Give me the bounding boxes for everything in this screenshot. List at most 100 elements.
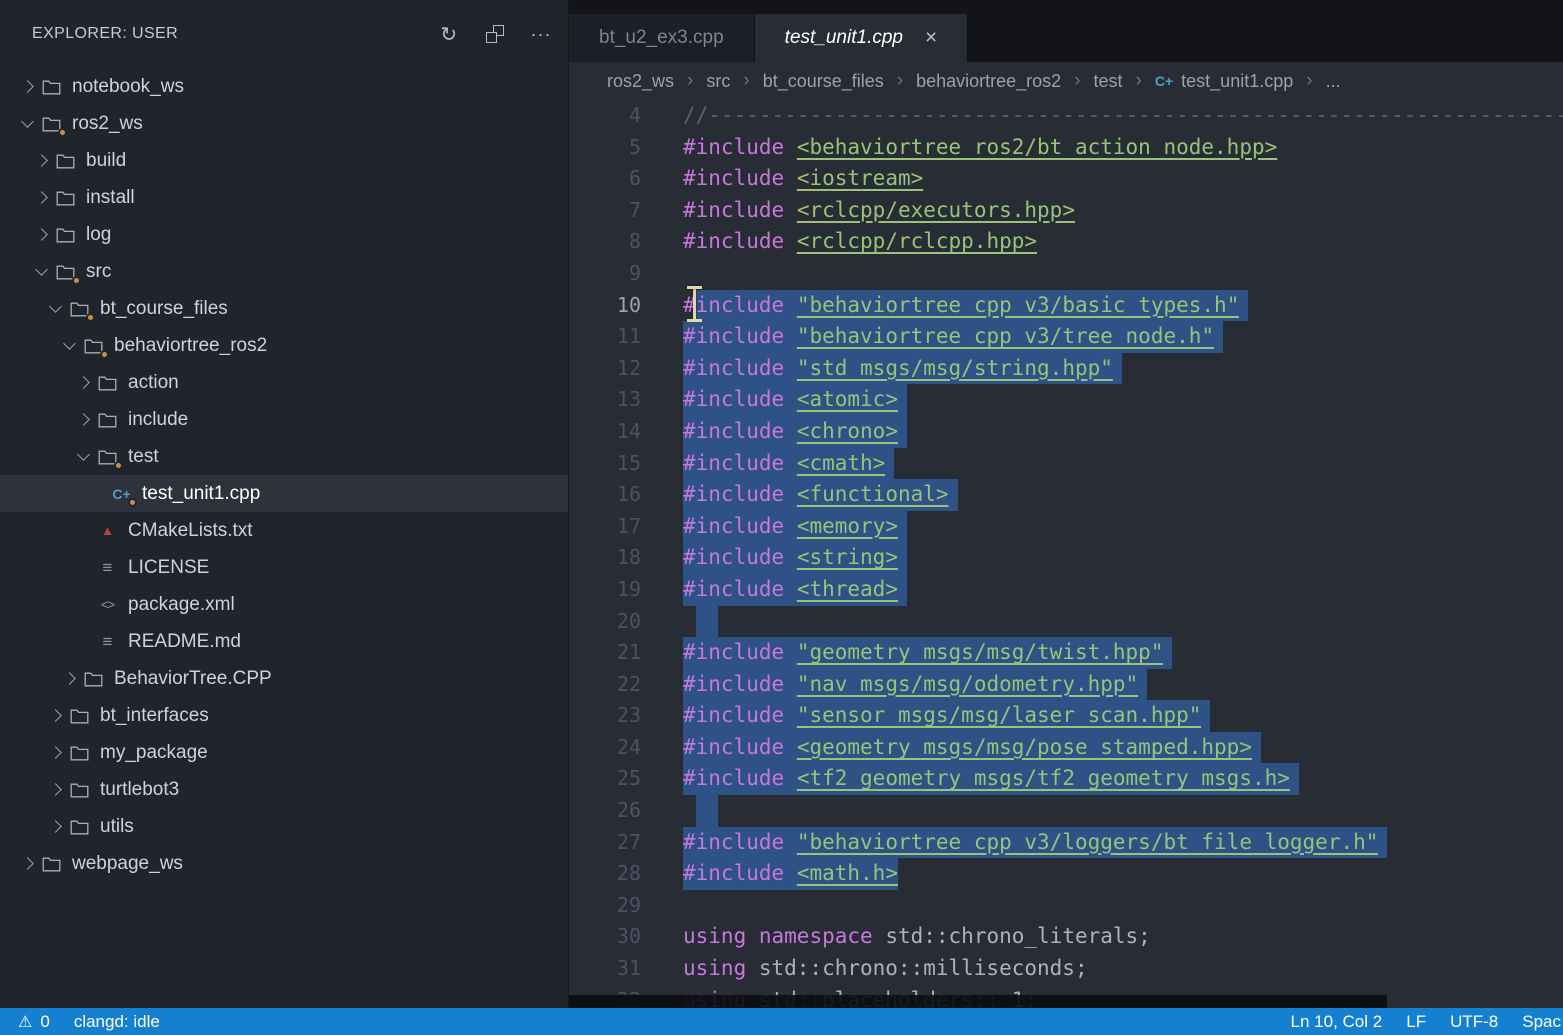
- code-line-19[interactable]: 19#include <thread>: [569, 574, 1563, 606]
- code-line-22[interactable]: 22#include "nav_msgs/msg/odometry.hpp": [569, 669, 1563, 701]
- code-token: #include: [683, 700, 784, 732]
- open-editors-icon[interactable]: [484, 23, 506, 45]
- code-line-7[interactable]: 7#include <rclcpp/executors.hpp>: [569, 195, 1563, 227]
- code-line-5[interactable]: 5#include <behaviortree_ros2/bt_action_n…: [569, 132, 1563, 164]
- tree-item-build[interactable]: build: [0, 142, 568, 179]
- code-line-11[interactable]: 11#include "behaviortree_cpp_v3/tree_nod…: [569, 321, 1563, 353]
- tree-item-label: bt_interfaces: [100, 705, 209, 727]
- code-token: #include: [683, 858, 784, 890]
- code-line-16[interactable]: 16#include <functional>: [569, 479, 1563, 511]
- readme-file-icon: ≡: [96, 632, 119, 652]
- breadcrumb-item-ros2_ws[interactable]: ros2_ws: [607, 71, 674, 92]
- tree-item-include[interactable]: include: [0, 401, 568, 438]
- tree-item-package.xml[interactable]: <>package.xml: [0, 586, 568, 623]
- close-icon[interactable]: ×: [925, 26, 937, 50]
- tree-item-utils[interactable]: utils: [0, 808, 568, 845]
- line-content: #include "behaviortree_cpp_v3/basic_type…: [683, 290, 1248, 314]
- tree-item-BehaviorTree.CPP[interactable]: BehaviorTree.CPP: [0, 660, 568, 697]
- tree-item-action[interactable]: action: [0, 364, 568, 401]
- breadcrumb-item-test[interactable]: test: [1094, 71, 1123, 92]
- line-number: 5: [569, 132, 641, 164]
- code-line-10[interactable]: 10#include "behaviortree_cpp_v3/basic_ty…: [569, 290, 1563, 322]
- tree-item-ros2_ws[interactable]: ros2_ws: [0, 105, 568, 142]
- breadcrumb-item-src[interactable]: src: [706, 71, 730, 92]
- status-item-clangd: idle[interactable]: clangd: idle: [62, 1008, 172, 1035]
- code-line-12[interactable]: 12#include "std_msgs/msg/string.hpp": [569, 353, 1563, 385]
- code-line-28[interactable]: 28#include <math.h>: [569, 858, 1563, 890]
- chevron-shape: [49, 746, 62, 759]
- breadcrumb-item-test_unit1.cpp[interactable]: C+test_unit1.cpp: [1155, 71, 1293, 92]
- code-token: [784, 448, 797, 480]
- tree-item-test_unit1.cpp[interactable]: C+test_unit1.cpp: [0, 475, 568, 512]
- code-line-6[interactable]: 6#include <iostream>: [569, 163, 1563, 195]
- code-line-18[interactable]: 18#include <string>: [569, 542, 1563, 574]
- code-line-4[interactable]: 4//-------------------------------------…: [569, 100, 1563, 132]
- chevron-right-icon: [28, 156, 54, 165]
- tree-item-LICENSE[interactable]: ≡LICENSE: [0, 549, 568, 586]
- tree-item-CMakeLists.txt[interactable]: ▲CMakeLists.txt: [0, 512, 568, 549]
- horizontal-scrollbar-thumb[interactable]: [569, 995, 1387, 1008]
- selection-newline-block: [696, 795, 718, 827]
- code-line-30[interactable]: 30using namespace std::chrono_literals;: [569, 921, 1563, 953]
- tree-item-src[interactable]: src: [0, 253, 568, 290]
- code-token: #include: [683, 163, 784, 195]
- line-content: #include <atomic>: [683, 384, 907, 408]
- more-actions-icon[interactable]: [530, 23, 552, 45]
- code-line-15[interactable]: 15#include <cmath>: [569, 448, 1563, 480]
- breadcrumb-item-...[interactable]: ...: [1326, 71, 1341, 92]
- code-token: "std_msgs/msg/string.hpp": [797, 353, 1113, 385]
- line-number: 25: [569, 763, 641, 795]
- tree-item-my_package[interactable]: my_package: [0, 734, 568, 771]
- tree-item-README.md[interactable]: ≡README.md: [0, 623, 568, 660]
- folder-shape: [42, 856, 61, 872]
- tree-item-test[interactable]: test: [0, 438, 568, 475]
- code-line-31[interactable]: 31using std::chrono::milliseconds;: [569, 953, 1563, 985]
- status-item-UTF-8[interactable]: UTF-8: [1438, 1008, 1510, 1035]
- code-line-29[interactable]: 29: [569, 890, 1563, 922]
- code-line-25[interactable]: 25#include <tf2_geometry_msgs/tf2_geomet…: [569, 763, 1563, 795]
- code-line-27[interactable]: 27#include "behaviortree_cpp_v3/loggers/…: [569, 827, 1563, 859]
- status-item-LF[interactable]: LF: [1394, 1008, 1438, 1035]
- chevron-right-icon: [42, 748, 68, 757]
- code-token: #include: [683, 669, 784, 701]
- line-number: 13: [569, 384, 641, 416]
- tree-item-install[interactable]: install: [0, 179, 568, 216]
- status-item-Spac[interactable]: Spac: [1510, 1008, 1563, 1035]
- tab-label: bt_u2_ex3.cpp: [599, 27, 724, 49]
- code-area[interactable]: 4//-------------------------------------…: [569, 100, 1563, 1008]
- tab-test_unit1.cpp[interactable]: test_unit1.cpp×: [755, 14, 969, 62]
- code-token: #include: [683, 448, 784, 480]
- chevron-shape: [21, 80, 34, 93]
- code-line-8[interactable]: 8#include <rclcpp/rclcpp.hpp>: [569, 226, 1563, 258]
- chevron-down-icon: [70, 454, 96, 459]
- code-line-14[interactable]: 14#include <chrono>: [569, 416, 1563, 448]
- status-item-0[interactable]: ⚠0: [6, 1008, 62, 1035]
- code-token: #include: [683, 763, 784, 795]
- tree-item-log[interactable]: log: [0, 216, 568, 253]
- tree-item-bt_interfaces[interactable]: bt_interfaces: [0, 697, 568, 734]
- chevron-right-icon: [70, 378, 96, 387]
- code-line-24[interactable]: 24#include <geometry_msgs/msg/pose_stamp…: [569, 732, 1563, 764]
- refresh-explorer-icon[interactable]: [438, 23, 460, 45]
- code-line-20[interactable]: 20: [569, 606, 1563, 638]
- code-line-23[interactable]: 23#include "sensor_msgs/msg/laser_scan.h…: [569, 700, 1563, 732]
- tree-item-bt_course_files[interactable]: bt_course_files: [0, 290, 568, 327]
- code-token: <memory>: [797, 511, 898, 543]
- tree-item-notebook_ws[interactable]: notebook_ws: [0, 68, 568, 105]
- status-item-Ln 10, Col 2[interactable]: Ln 10, Col 2: [1279, 1008, 1395, 1035]
- selection-trail: [949, 479, 958, 511]
- folder-icon: [68, 299, 91, 319]
- breadcrumb-item-behaviortree_ros2[interactable]: behaviortree_ros2: [916, 71, 1061, 92]
- tree-item-turtlebot3[interactable]: turtlebot3: [0, 771, 568, 808]
- code-line-9[interactable]: 9: [569, 258, 1563, 290]
- breadcrumb-item-bt_course_files[interactable]: bt_course_files: [763, 71, 884, 92]
- code-line-21[interactable]: 21#include "geometry_msgs/msg/twist.hpp": [569, 637, 1563, 669]
- line-content: #include <iostream>: [683, 163, 923, 187]
- code-line-17[interactable]: 17#include <memory>: [569, 511, 1563, 543]
- code-line-13[interactable]: 13 #include <atomic>: [569, 384, 1563, 416]
- code-line-26[interactable]: 26: [569, 795, 1563, 827]
- tree-item-behaviortree_ros2[interactable]: behaviortree_ros2: [0, 327, 568, 364]
- folder-icon: [96, 373, 119, 393]
- tab-bt_u2_ex3.cpp[interactable]: bt_u2_ex3.cpp: [569, 14, 755, 62]
- tree-item-webpage_ws[interactable]: webpage_ws: [0, 845, 568, 882]
